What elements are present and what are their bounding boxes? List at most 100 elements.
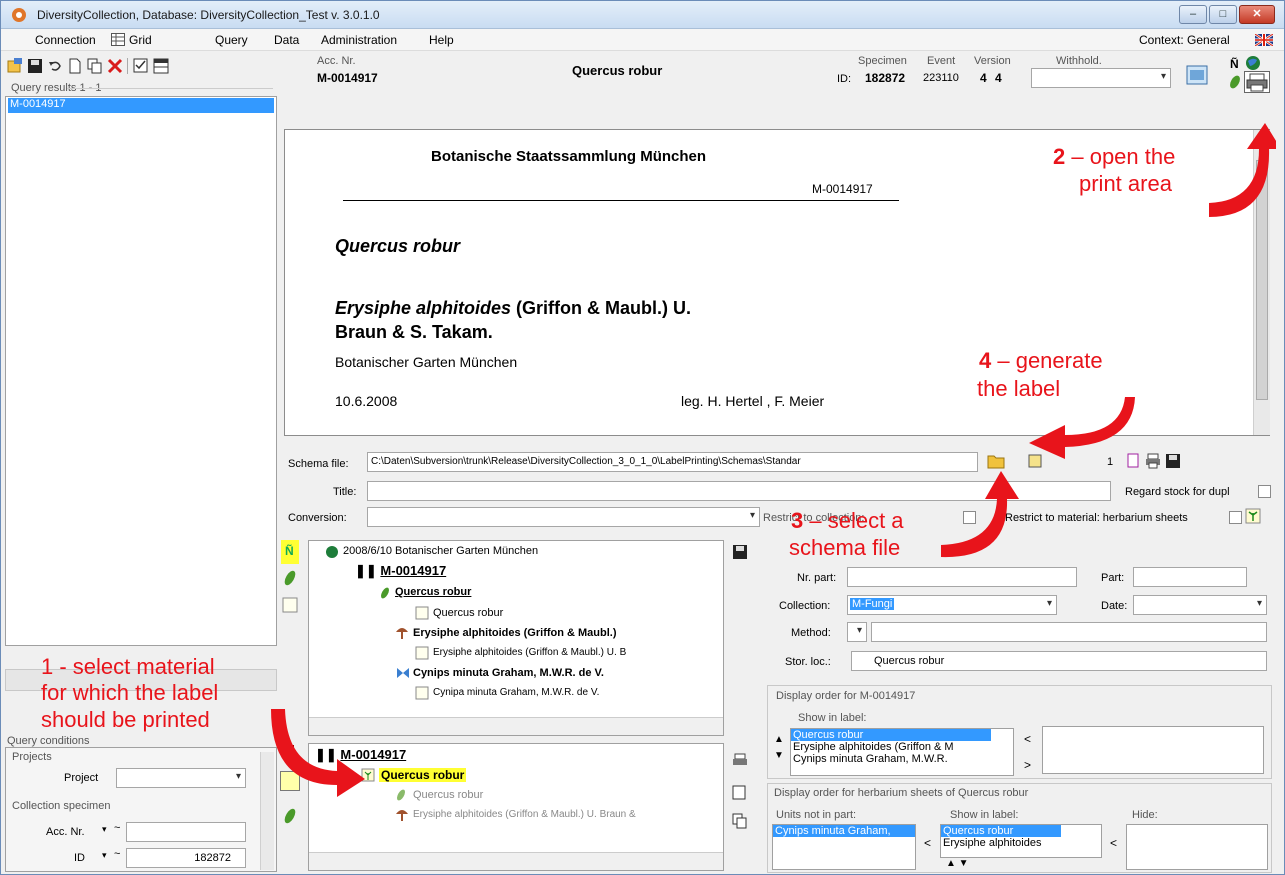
fungus-icon: [396, 628, 408, 639]
menu-data[interactable]: Data: [274, 33, 299, 47]
id-input[interactable]: 182872: [126, 848, 246, 868]
storage-location-input[interactable]: Quercus robur: [851, 651, 1267, 671]
part-input[interactable]: [1133, 567, 1247, 587]
context-label[interactable]: Context: General: [1139, 33, 1230, 47]
menu-help[interactable]: Help: [429, 33, 454, 47]
project-dropdown[interactable]: [116, 768, 246, 788]
units-item[interactable]: Cynips minuta Graham,: [773, 825, 915, 837]
display-order-show-label: Show in label:: [798, 712, 867, 724]
herbarium-show-list[interactable]: Quercus robur Erysiphe alphitoides: [940, 824, 1102, 858]
material-fungus-unit[interactable]: Erysiphe alphitoides (Griffon & Maubl.) …: [413, 809, 636, 820]
annotation-1: 1 - select material: [41, 654, 215, 679]
herbarium-up-down-buttons[interactable]: ▲ ▼: [946, 858, 969, 869]
grid-view-icon[interactable]: [153, 58, 169, 74]
print-icon[interactable]: [1145, 453, 1161, 469]
close-button[interactable]: ✕: [1239, 5, 1275, 24]
arrow-1-icon: [271, 709, 365, 797]
query-result-item[interactable]: M-0014917: [8, 98, 274, 113]
display-order-right-button[interactable]: >: [1024, 758, 1031, 772]
tree-host[interactable]: Quercus robur: [395, 586, 471, 598]
herbarium-sheet-icon[interactable]: [1245, 508, 1261, 524]
method-dropdown[interactable]: [847, 622, 867, 642]
tree-insect-unit[interactable]: Cynipa minuta Graham, M.W.R. de V.: [433, 687, 599, 698]
annotation-1-line3: should be printed: [41, 707, 210, 732]
annotation-1-line2: for which the label: [41, 680, 219, 705]
title-bar[interactable]: DiversityCollection, Database: Diversity…: [1, 1, 1284, 29]
display-order-left-button[interactable]: <: [1024, 732, 1031, 746]
copy-icon[interactable]: [87, 58, 103, 74]
date-dropdown[interactable]: [1133, 595, 1267, 615]
menu-query[interactable]: Query: [215, 33, 248, 47]
restrict-material-checkbox[interactable]: [1229, 511, 1242, 524]
herbarium-move-left-button-2[interactable]: <: [1110, 836, 1117, 850]
tree-fungus[interactable]: Erysiphe alphitoides (Griffon & Maubl.): [413, 627, 617, 639]
globe-icon[interactable]: [1245, 55, 1261, 71]
move-down-button[interactable]: ▼: [774, 750, 784, 761]
material-tree-hscrollbar[interactable]: [309, 852, 723, 870]
display-order-item[interactable]: Erysiphe alphitoides (Griffon & M: [791, 741, 1013, 753]
undo-icon[interactable]: [47, 58, 63, 74]
id-op-dropdown[interactable]: ▾: [102, 850, 107, 861]
hide-list[interactable]: [1126, 824, 1268, 870]
acc-nr-value: M-0014917: [317, 71, 378, 85]
arrow-4-icon: [1029, 397, 1135, 459]
n-type-icon[interactable]: Ñ: [281, 540, 299, 564]
collection-value: M-Fungi: [850, 598, 895, 610]
display-order-list[interactable]: Quercus robur Erysiphe alphitoides (Grif…: [790, 728, 1014, 776]
storage-location-label: Stor. loc.:: [785, 656, 831, 668]
conversion-dropdown[interactable]: [367, 507, 760, 527]
query-results-list[interactable]: M-0014917: [5, 96, 277, 646]
withhold-dropdown[interactable]: [1031, 68, 1171, 88]
nr-part-input[interactable]: [847, 567, 1077, 587]
n-icon[interactable]: Ñ: [1230, 57, 1239, 71]
tree-save-icon[interactable]: [732, 544, 748, 560]
uk-flag-icon[interactable]: [1255, 34, 1273, 46]
delete-icon[interactable]: [107, 58, 123, 74]
save-icon[interactable]: [27, 58, 43, 74]
checkbox-icon[interactable]: [133, 58, 149, 74]
units-not-in-part-list[interactable]: Cynips minuta Graham,: [772, 824, 916, 870]
maximize-button[interactable]: □: [1209, 5, 1237, 24]
leaf-icon[interactable]: [1228, 74, 1242, 90]
acc-nr-op-dropdown[interactable]: ▾: [102, 824, 107, 835]
herbarium-show-item[interactable]: Erysiphe alphitoides: [941, 837, 1101, 849]
display-order-item[interactable]: Quercus robur: [791, 729, 991, 741]
herbarium-move-left-button[interactable]: <: [924, 836, 931, 850]
new-record-icon[interactable]: [7, 58, 23, 74]
schema-file-input[interactable]: C:\Daten\Subversion\trunk\Release\Divers…: [367, 452, 978, 472]
image-view-icon[interactable]: [1185, 63, 1209, 87]
tree-accession[interactable]: ❚❚ M-0014917: [355, 563, 446, 579]
collection-dropdown[interactable]: M-Fungi: [847, 595, 1057, 615]
new-document-icon[interactable]: [67, 58, 83, 74]
print-area-button[interactable]: [1244, 71, 1270, 93]
acc-nr-input[interactable]: [126, 822, 246, 842]
tree-host-unit[interactable]: Quercus robur: [433, 607, 503, 619]
material-host[interactable]: Quercus robur: [379, 768, 467, 782]
material-copy-icon[interactable]: [732, 813, 748, 829]
tree-fungus-unit[interactable]: Erysiphe alphitoides (Griffon & Maubl.) …: [433, 647, 626, 658]
label-date: 10.6.2008: [335, 393, 398, 409]
herbarium-show-item[interactable]: Quercus robur: [941, 825, 1061, 837]
display-order-item[interactable]: Cynips minuta Graham, M.W.R.: [791, 753, 1013, 765]
tree-event[interactable]: 2008/6/10 Botanischer Garten München: [343, 545, 538, 557]
specimen-icon[interactable]: [282, 597, 298, 613]
menu-connection[interactable]: Connection: [35, 33, 96, 47]
move-up-button[interactable]: ▲: [774, 734, 784, 745]
material-options-icon[interactable]: [732, 785, 750, 801]
event-value: 223110: [923, 72, 959, 84]
menu-grid[interactable]: Grid: [129, 33, 152, 47]
minimize-button[interactable]: –: [1179, 5, 1207, 24]
regard-stock-checkbox[interactable]: [1258, 485, 1271, 498]
display-order-hidden-list[interactable]: [1042, 726, 1264, 774]
plant-icon[interactable]: [282, 569, 298, 587]
material-host-unit[interactable]: Quercus robur: [413, 789, 483, 801]
menu-administration[interactable]: Administration: [321, 33, 397, 47]
tree-sheet-icon-3: [415, 686, 429, 700]
material-print-icon[interactable]: [732, 753, 748, 769]
method-input[interactable]: [871, 622, 1267, 642]
leaf-small-icon[interactable]: [282, 807, 298, 825]
tree-insect[interactable]: Cynips minuta Graham, M.W.R. de V.: [413, 667, 604, 679]
tree-leaf-icon: [381, 587, 389, 599]
annotation-3-line2: schema file: [789, 535, 901, 560]
save-label-icon[interactable]: [1165, 453, 1181, 469]
